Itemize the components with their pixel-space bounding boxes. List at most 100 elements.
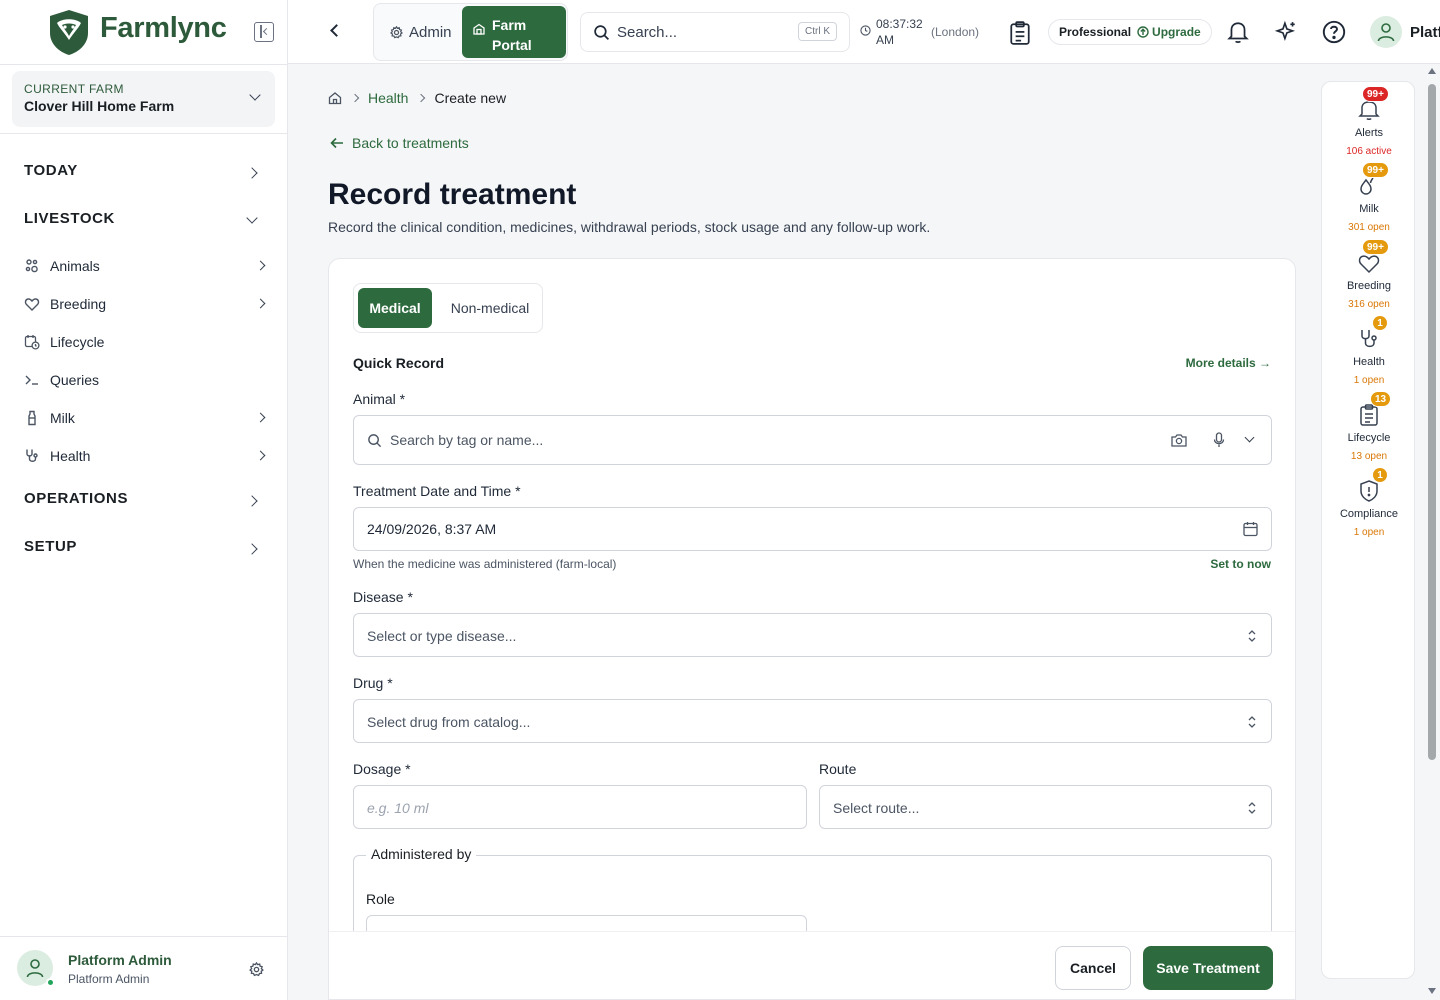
stethoscope-icon bbox=[24, 448, 40, 464]
farm-portal-label-line2: Portal bbox=[492, 37, 532, 53]
rail-item-breeding[interactable]: 99+ Breeding 316 open bbox=[1322, 237, 1416, 310]
topbar-user-name[interactable]: Platf bbox=[1410, 24, 1440, 41]
arrow-left-icon bbox=[330, 137, 343, 149]
route-select[interactable]: Select route... bbox=[819, 785, 1272, 829]
camera-icon[interactable] bbox=[1171, 433, 1187, 447]
clock-icon bbox=[860, 25, 871, 36]
cancel-button[interactable]: Cancel bbox=[1055, 946, 1131, 990]
nav-section-setup-label: SETUP bbox=[24, 538, 78, 555]
rail-item-lifecycle[interactable]: 13 Lifecycle 13 open bbox=[1322, 389, 1416, 462]
rail-label: Milk bbox=[1359, 203, 1379, 215]
nav-section-setup[interactable]: SETUP bbox=[24, 538, 264, 562]
animals-icon bbox=[24, 258, 40, 274]
user-profile[interactable]: Platform Admin Platform Admin bbox=[0, 936, 288, 1000]
admin-portal-label: Admin bbox=[409, 24, 452, 41]
plan-badge: Professional Upgrade bbox=[1048, 19, 1212, 45]
bell-icon[interactable] bbox=[1226, 20, 1250, 44]
nav-section-livestock[interactable]: LIVESTOCK bbox=[24, 210, 264, 234]
rail-item-alerts[interactable]: 99+ Alerts 106 active bbox=[1322, 84, 1416, 157]
breadcrumb-health-link[interactable]: Health bbox=[368, 90, 408, 106]
sparkles-icon[interactable] bbox=[1274, 20, 1298, 44]
chevron-right-icon bbox=[255, 450, 266, 461]
animal-search-input[interactable]: Search by tag or name... bbox=[353, 415, 1272, 465]
user-name: Platform Admin bbox=[68, 952, 172, 968]
nav-section-today[interactable]: TODAY bbox=[24, 162, 264, 186]
farmlync-logo-icon bbox=[50, 10, 88, 55]
clipboard-list-icon[interactable] bbox=[1008, 21, 1032, 45]
disease-select[interactable]: Select or type disease... bbox=[353, 613, 1272, 657]
sidebar-item-breeding[interactable]: Breeding bbox=[24, 292, 272, 316]
animal-search-placeholder: Search by tag or name... bbox=[390, 432, 544, 448]
gear-icon[interactable] bbox=[249, 962, 264, 977]
sidebar: Farmlync CURRENT FARM Clover Hill Home F… bbox=[0, 0, 288, 1000]
search-shortcut-badge: Ctrl K bbox=[798, 22, 837, 41]
more-details-link[interactable]: More details → bbox=[1186, 356, 1271, 370]
rail-count: 1 open bbox=[1353, 527, 1385, 538]
route-label: Route bbox=[819, 761, 857, 777]
chevron-right-icon bbox=[255, 298, 266, 309]
rail-label: Lifecycle bbox=[1347, 432, 1391, 444]
portal-switcher: Admin Farm Portal bbox=[373, 3, 568, 61]
brand-name: Farmlync bbox=[100, 12, 227, 44]
back-to-treatments-link[interactable]: Back to treatments bbox=[330, 135, 469, 151]
sidebar-item-milk[interactable]: Milk bbox=[24, 406, 272, 430]
search-icon bbox=[594, 25, 610, 41]
chevrons-up-down-icon bbox=[1248, 630, 1256, 642]
sidebar-item-health[interactable]: Health bbox=[24, 444, 272, 468]
search-placeholder: Search... bbox=[617, 24, 678, 41]
divider bbox=[0, 64, 288, 65]
upgrade-label: Upgrade bbox=[1152, 25, 1201, 39]
drug-select[interactable]: Select drug from catalog... bbox=[353, 699, 1272, 743]
scrollbar-thumb[interactable] bbox=[1428, 84, 1436, 760]
rail-count: 106 active bbox=[1346, 146, 1392, 157]
scroll-up-arrow[interactable] bbox=[1428, 68, 1436, 74]
admin-portal-button[interactable]: Admin bbox=[390, 24, 452, 41]
sidebar-item-queries[interactable]: Queries bbox=[24, 368, 272, 392]
current-farm-selector[interactable]: CURRENT FARM Clover Hill Home Farm bbox=[12, 71, 275, 127]
farm-portal-label-line1: Farm bbox=[492, 17, 527, 33]
rail-badge: 13 bbox=[1370, 391, 1392, 407]
role-label: Role bbox=[366, 891, 395, 907]
help-circle-icon[interactable] bbox=[1322, 20, 1346, 44]
chevron-down-icon[interactable] bbox=[1244, 432, 1255, 443]
upgrade-link[interactable]: Upgrade bbox=[1137, 25, 1201, 39]
tab-medical[interactable]: Medical bbox=[358, 288, 432, 328]
heart-icon bbox=[24, 296, 40, 312]
back-chevron-icon[interactable] bbox=[330, 24, 343, 37]
breadcrumb: Health Create new bbox=[328, 90, 506, 106]
calendar-icon[interactable] bbox=[1243, 521, 1258, 537]
scroll-down-arrow[interactable] bbox=[1428, 988, 1436, 994]
sidebar-item-lifecycle[interactable]: Lifecycle bbox=[24, 330, 272, 354]
form-footer: Cancel Save Treatment bbox=[329, 931, 1295, 999]
home-icon[interactable] bbox=[328, 91, 342, 105]
plan-name: Professional bbox=[1059, 25, 1132, 39]
dosage-input[interactable]: e.g. 10 ml bbox=[353, 785, 807, 829]
sidebar-item-label: Milk bbox=[50, 410, 75, 426]
nav-section-operations[interactable]: OPERATIONS bbox=[24, 490, 264, 514]
quick-record-heading: Quick Record bbox=[353, 355, 445, 371]
disease-label: Disease * bbox=[353, 589, 413, 605]
rail-item-health[interactable]: 1 Health 1 open bbox=[1322, 313, 1416, 386]
farm-portal-button[interactable]: Farm Portal bbox=[462, 6, 566, 58]
sidebar-item-label: Animals bbox=[50, 258, 100, 274]
calendar-clock-icon bbox=[24, 334, 40, 350]
nav-section-operations-label: OPERATIONS bbox=[24, 490, 129, 507]
chevron-right-icon bbox=[246, 495, 258, 507]
set-to-now-link[interactable]: Set to now bbox=[1210, 557, 1271, 571]
gear-icon bbox=[390, 26, 403, 39]
sidebar-item-label: Lifecycle bbox=[50, 334, 105, 350]
global-search-input[interactable]: Search... Ctrl K bbox=[580, 12, 850, 52]
collapse-sidebar-icon[interactable] bbox=[254, 22, 274, 42]
avatar[interactable] bbox=[1370, 16, 1402, 48]
current-farm-label: CURRENT FARM bbox=[24, 82, 124, 96]
microphone-icon[interactable] bbox=[1213, 432, 1225, 448]
rail-badge: 99+ bbox=[1362, 162, 1389, 178]
rail-item-milk[interactable]: 99+ Milk 301 open bbox=[1322, 160, 1416, 233]
treatment-date-input[interactable]: 24/09/2026, 8:37 AM bbox=[353, 507, 1272, 551]
save-treatment-button[interactable]: Save Treatment bbox=[1143, 946, 1273, 990]
chevrons-up-down-icon bbox=[1248, 802, 1256, 814]
page-title: Record treatment bbox=[328, 178, 577, 211]
tab-non-medical[interactable]: Non-medical bbox=[440, 288, 540, 328]
sidebar-item-animals[interactable]: Animals bbox=[24, 254, 272, 278]
rail-item-compliance[interactable]: 1 Compliance 1 open bbox=[1322, 465, 1416, 538]
